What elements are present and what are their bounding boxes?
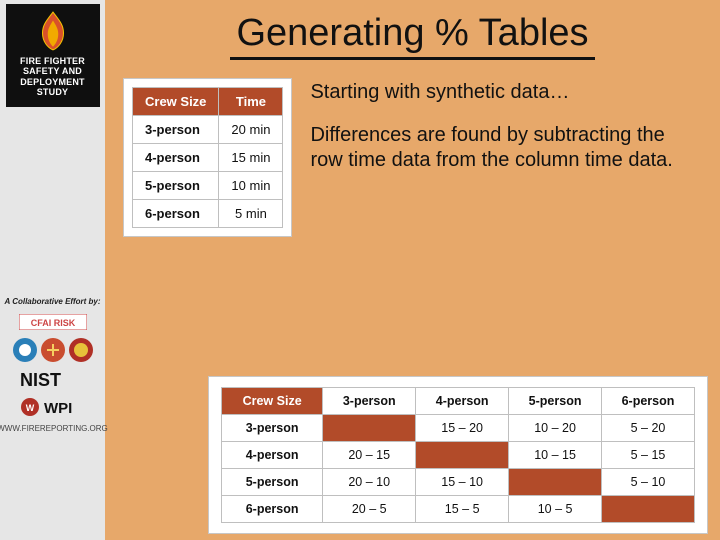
table-cell: 15 – 20 bbox=[416, 415, 509, 442]
table-col-header: 6-person bbox=[602, 388, 695, 415]
table-cell: 5 – 10 bbox=[602, 469, 695, 496]
reporting-url: WWW.FIREREPORTING.ORG bbox=[0, 424, 108, 433]
table-cell: 15 – 5 bbox=[416, 496, 509, 523]
table-cell: 3-person bbox=[133, 116, 219, 144]
table-cell: 20 – 10 bbox=[323, 469, 416, 496]
round-logos-icon bbox=[11, 336, 95, 364]
table-col-header: 4-person bbox=[416, 388, 509, 415]
wpi-logo-icon: W WPI bbox=[18, 396, 88, 418]
table-diagonal bbox=[323, 415, 416, 442]
table-cell: 15 – 10 bbox=[416, 469, 509, 496]
paragraph: Differences are found by subtracting the… bbox=[310, 123, 702, 173]
table-cell: 10 – 20 bbox=[509, 415, 602, 442]
badge-text: FIRE FIGHTER SAFETY AND DEPLOYMENT STUDY bbox=[20, 56, 85, 97]
table-cell: 5 – 20 bbox=[602, 415, 695, 442]
table-row-header: 6-person bbox=[222, 496, 323, 523]
table-cell: 20 – 5 bbox=[323, 496, 416, 523]
svg-text:NIST: NIST bbox=[20, 370, 61, 390]
flame-icon bbox=[32, 10, 74, 52]
table-cell: 10 – 5 bbox=[509, 496, 602, 523]
table-cell: 6-person bbox=[133, 200, 219, 228]
table-diagonal bbox=[416, 442, 509, 469]
slide-body: Generating % Tables Crew Size Time 3-per… bbox=[105, 0, 720, 540]
table-col-header: 5-person bbox=[509, 388, 602, 415]
study-badge: FIRE FIGHTER SAFETY AND DEPLOYMENT STUDY bbox=[6, 4, 100, 107]
table-cell: 10 min bbox=[219, 172, 283, 200]
paragraph: Starting with synthetic data… bbox=[310, 80, 702, 105]
table-cell: 5-person bbox=[133, 172, 219, 200]
table-cell: 10 – 15 bbox=[509, 442, 602, 469]
table-col-header: 3-person bbox=[323, 388, 416, 415]
svg-text:W: W bbox=[25, 403, 34, 413]
partner-logos: CFAI RISK NIST W WPI bbox=[11, 314, 95, 418]
sidebar: FIRE FIGHTER SAFETY AND DEPLOYMENT STUDY… bbox=[0, 0, 105, 540]
table-corner: Crew Size bbox=[222, 388, 323, 415]
table-cell: 20 – 15 bbox=[323, 442, 416, 469]
table-row-header: 4-person bbox=[222, 442, 323, 469]
collab-label: A Collaborative Effort by: bbox=[4, 297, 100, 306]
table-cell: 5 – 15 bbox=[602, 442, 695, 469]
table-diagonal bbox=[602, 496, 695, 523]
table-row-header: 3-person bbox=[222, 415, 323, 442]
slide-title: Generating % Tables bbox=[230, 12, 594, 60]
table-header: Crew Size bbox=[133, 88, 219, 116]
synthetic-data-table: Crew Size Time 3-person20 min 4-person15… bbox=[123, 78, 292, 237]
table-cell: 20 min bbox=[219, 116, 283, 144]
table-cell: 4-person bbox=[133, 144, 219, 172]
svg-text:CFAI RISK: CFAI RISK bbox=[30, 318, 75, 328]
svg-text:WPI: WPI bbox=[44, 400, 72, 417]
table-cell: 5 min bbox=[219, 200, 283, 228]
difference-table: Crew Size 3-person 4-person 5-person 6-p… bbox=[208, 376, 708, 534]
table-header: Time bbox=[219, 88, 283, 116]
cfai-logo-icon: CFAI RISK bbox=[19, 314, 87, 330]
body-text: Starting with synthetic data… Difference… bbox=[310, 78, 702, 191]
nist-logo-icon: NIST bbox=[18, 370, 88, 390]
table-cell: 15 min bbox=[219, 144, 283, 172]
table-diagonal bbox=[509, 469, 602, 496]
table-row-header: 5-person bbox=[222, 469, 323, 496]
